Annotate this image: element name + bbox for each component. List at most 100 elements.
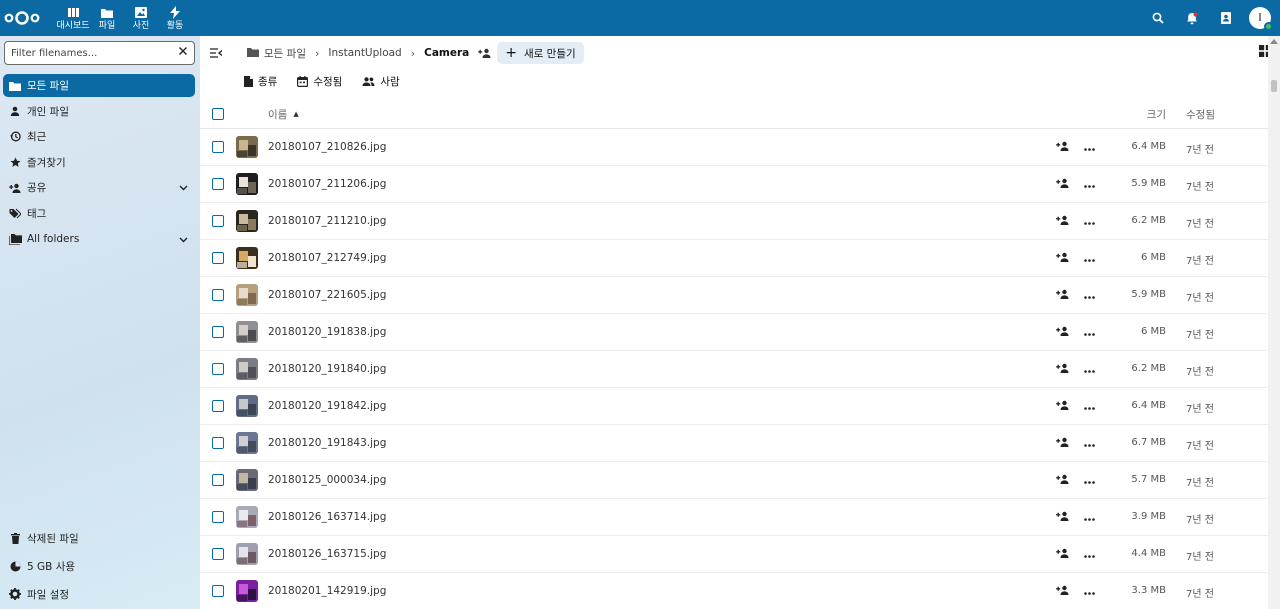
file-name[interactable]: 20180126_163715.jpg [268,548,386,560]
table-row[interactable]: 20180201_142919.jpg 3.3 MB 7년 전 [200,573,1268,609]
more-actions-button[interactable] [1084,436,1095,450]
share-button[interactable] [1056,474,1069,487]
file-thumbnail[interactable] [236,543,258,565]
chevron-down-icon[interactable] [179,234,188,246]
share-button[interactable] [1056,400,1069,413]
scroll-up-arrow-icon[interactable] [1270,39,1278,44]
share-folder-button[interactable] [478,48,491,58]
more-actions-button[interactable] [1084,177,1095,191]
search-button[interactable] [1141,0,1175,36]
sidebar-item-recent[interactable]: 최근 [3,125,195,148]
filter-type-button[interactable]: 종류 [244,74,277,89]
file-name[interactable]: 20180120_191840.jpg [268,363,386,375]
notifications-button[interactable] [1175,0,1209,36]
table-row[interactable]: 20180120_191838.jpg 6 MB 7년 전 [200,314,1268,351]
row-checkbox[interactable] [212,363,224,375]
share-button[interactable] [1056,289,1069,302]
file-name[interactable]: 20180107_212749.jpg [268,252,386,264]
row-checkbox[interactable] [212,437,224,449]
row-checkbox[interactable] [212,400,224,412]
file-name[interactable]: 20180120_191842.jpg [268,400,386,412]
table-row[interactable]: 20180107_210826.jpg 6.4 MB 7년 전 [200,129,1268,166]
more-actions-button[interactable] [1084,214,1095,228]
table-row[interactable]: 20180125_000034.jpg 5.7 MB 7년 전 [200,462,1268,499]
row-checkbox[interactable] [212,252,224,264]
sidebar-item-favorites[interactable]: 즐겨찾기 [3,151,195,174]
file-thumbnail[interactable] [236,247,258,269]
share-button[interactable] [1056,363,1069,376]
file-thumbnail[interactable] [236,173,258,195]
filter-filenames-input[interactable] [11,47,171,59]
sidebar-item-all-files[interactable]: 모든 파일 [3,74,195,97]
breadcrumb-item-instantupload[interactable]: InstantUpload [328,47,401,59]
sort-by-name[interactable]: 이름 ▲ [268,107,299,122]
sidebar-item-all-folders[interactable]: All folders [3,228,195,251]
file-thumbnail[interactable] [236,580,258,602]
filter-modified-button[interactable]: 수정됨 [297,74,342,89]
table-row[interactable]: 20180107_211210.jpg 6.2 MB 7년 전 [200,203,1268,240]
chevron-down-icon[interactable] [179,182,188,194]
sidebar-item-tags[interactable]: 태그 [3,202,195,225]
file-thumbnail[interactable] [236,136,258,158]
file-name[interactable]: 20180126_163714.jpg [268,511,386,523]
scrollbar-thumb[interactable] [1271,80,1277,92]
app-photos[interactable]: 사진 [124,0,158,36]
share-button[interactable] [1056,252,1069,265]
file-name[interactable]: 20180107_210826.jpg [268,141,386,153]
share-button[interactable] [1056,178,1069,191]
sidebar-item-settings[interactable]: 파일 설정 [3,582,195,606]
more-actions-button[interactable] [1084,473,1095,487]
row-checkbox[interactable] [212,585,224,597]
app-dashboard[interactable]: 대시보드 [56,0,90,36]
file-name[interactable]: 20180107_211206.jpg [268,178,386,190]
table-row[interactable]: 20180120_191843.jpg 6.7 MB 7년 전 [200,425,1268,462]
sidebar-item-deleted-files[interactable]: 삭제된 파일 [3,526,195,550]
clear-filter-button[interactable] [178,46,188,59]
row-checkbox[interactable] [212,548,224,560]
more-actions-button[interactable] [1084,140,1095,154]
file-name[interactable]: 20180125_000034.jpg [268,474,386,486]
share-button[interactable] [1056,215,1069,228]
file-thumbnail[interactable] [236,469,258,491]
table-row[interactable]: 20180107_211206.jpg 5.9 MB 7년 전 [200,166,1268,203]
breadcrumb-home[interactable]: 모든 파일 [232,46,306,61]
sidebar-item-storage[interactable]: 5 GB 사용 [3,554,195,578]
file-name[interactable]: 20180107_211210.jpg [268,215,386,227]
more-actions-button[interactable] [1084,547,1095,561]
table-row[interactable]: 20180126_163714.jpg 3.9 MB 7년 전 [200,499,1268,536]
file-name[interactable]: 20180120_191838.jpg [268,326,386,338]
select-all-checkbox[interactable] [212,108,224,120]
more-actions-button[interactable] [1084,399,1095,413]
scrollbar[interactable] [1268,36,1280,609]
file-name[interactable]: 20180201_142919.jpg [268,585,386,597]
file-thumbnail[interactable] [236,358,258,380]
share-button[interactable] [1056,511,1069,524]
row-checkbox[interactable] [212,215,224,227]
more-actions-button[interactable] [1084,584,1095,598]
table-row[interactable]: 20180120_191840.jpg 6.2 MB 7년 전 [200,351,1268,388]
app-files[interactable]: 파일 [90,0,124,36]
file-thumbnail[interactable] [236,210,258,232]
table-row[interactable]: 20180126_163715.jpg 4.4 MB 7년 전 [200,536,1268,573]
sidebar-item-shares[interactable]: 공유 [3,176,195,199]
new-button[interactable]: + 새로 만들기 [497,42,584,64]
sort-by-size[interactable]: 크기 [1147,107,1166,122]
row-checkbox[interactable] [212,511,224,523]
file-thumbnail[interactable] [236,432,258,454]
share-button[interactable] [1056,326,1069,339]
file-thumbnail[interactable] [236,395,258,417]
app-activity[interactable]: 활동 [158,0,192,36]
share-button[interactable] [1056,141,1069,154]
row-checkbox[interactable] [212,474,224,486]
more-actions-button[interactable] [1084,251,1095,265]
share-button[interactable] [1056,548,1069,561]
contacts-button[interactable] [1209,0,1243,36]
filter-people-button[interactable]: 사람 [362,74,400,89]
share-button[interactable] [1056,437,1069,450]
breadcrumb-item-camera[interactable]: Camera [424,47,469,59]
toggle-sidebar-button[interactable] [200,48,232,58]
row-checkbox[interactable] [212,178,224,190]
file-name[interactable]: 20180120_191843.jpg [268,437,386,449]
sidebar-item-personal-files[interactable]: 개인 파일 [3,100,195,123]
file-thumbnail[interactable] [236,321,258,343]
